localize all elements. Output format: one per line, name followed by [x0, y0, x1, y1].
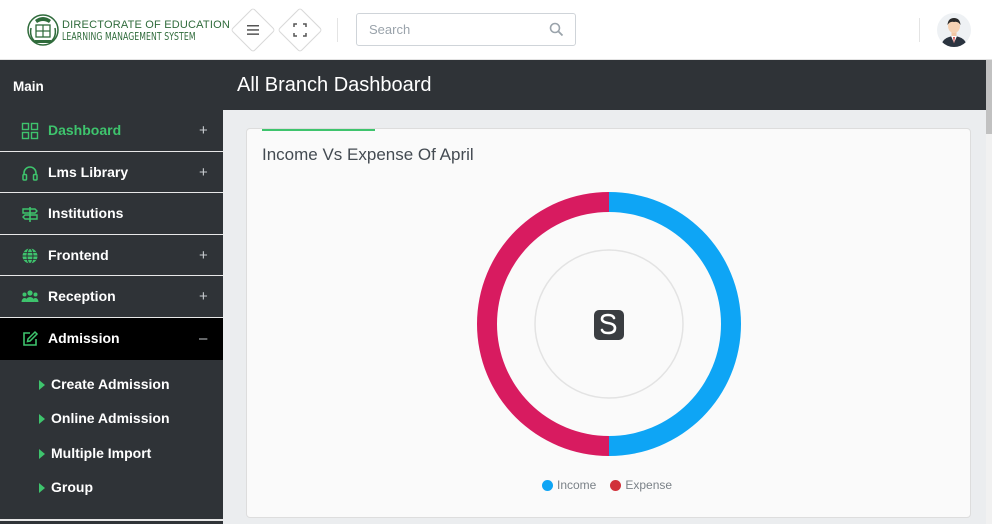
donut-slice-expense[interactable] [477, 192, 609, 456]
signpost-icon [22, 207, 38, 223]
header-divider [337, 18, 338, 42]
search-icon[interactable] [549, 22, 564, 37]
logo-subtitle: LEARNING MANAGEMENT SYSTEM [62, 31, 196, 43]
legend-dot [542, 479, 553, 491]
caret-right-icon [39, 379, 45, 390]
logo-text: DIRECTORATE OF EDUCATION LEARNING MANAGE… [62, 19, 230, 43]
donut-chart [477, 192, 741, 456]
expand-icon[interactable]: + [199, 289, 208, 304]
top-bar: DIRECTORATE OF EDUCATION LEARNING MANAGE… [0, 0, 992, 60]
submenu-item-multiple-import[interactable]: Multiple Import [0, 439, 223, 474]
caret-right-icon [39, 483, 45, 494]
sidebar-item-label: Frontend [48, 246, 109, 263]
expand-icon[interactable]: + [199, 123, 208, 138]
sidebar-item-reception[interactable]: Reception + [0, 276, 223, 318]
user-avatar[interactable] [937, 13, 971, 47]
sidebar: Main Dashboard + Lms Library + Instituti… [0, 60, 223, 524]
collapse-icon[interactable]: – [199, 331, 207, 346]
income-expense-card: Income Vs Expense Of April Income Expens… [246, 128, 971, 518]
sidebar-item-lms-library[interactable]: Lms Library + [0, 152, 223, 194]
legend-label: Income [557, 478, 597, 492]
fullscreen-button[interactable] [277, 7, 323, 53]
hamburger-icon [247, 25, 259, 35]
sidebar-item-label: Admission [48, 329, 120, 346]
submenu-item-group[interactable]: Group [0, 473, 223, 508]
scrollbar[interactable] [986, 60, 992, 524]
page-title: All Branch Dashboard [237, 74, 432, 96]
submenu-item-label: Online Admission [51, 410, 170, 427]
headphones-icon [22, 165, 38, 181]
header-divider-right [919, 18, 920, 42]
logo-title: DIRECTORATE OF EDUCATION [62, 19, 230, 31]
submenu-item-label: Create Admission [51, 375, 170, 392]
page-header: All Branch Dashboard [223, 60, 992, 110]
user-avatar-icon [937, 13, 971, 47]
globe-icon [22, 247, 38, 264]
sidebar-item-label: Dashboard [48, 122, 122, 138]
caret-right-icon [39, 448, 45, 459]
legend-item-income[interactable]: Income [542, 478, 596, 492]
legend-item-expense[interactable]: Expense [610, 478, 672, 492]
expand-icon[interactable]: + [199, 248, 208, 263]
emblem-logo-icon [25, 12, 61, 48]
donut-slice-income[interactable] [609, 192, 741, 456]
submenu-item-online-admission[interactable]: Online Admission [0, 404, 223, 439]
sidebar-item-label: Lms Library [48, 163, 129, 180]
sidebar-item-label: Reception [48, 288, 116, 305]
expand-icon[interactable]: + [199, 165, 208, 180]
search-box [356, 13, 576, 46]
edit-icon [23, 330, 39, 346]
sidebar-item-admission[interactable]: Admission – [0, 317, 223, 360]
users-icon [21, 290, 39, 303]
submenu-item-create-admission[interactable]: Create Admission [0, 370, 223, 405]
submenu-item-label: Group [51, 479, 93, 496]
center-logo-icon [594, 310, 624, 340]
sidebar-divider [0, 519, 223, 521]
legend-label: Expense [625, 478, 673, 492]
sidebar-item-frontend[interactable]: Frontend + [0, 235, 223, 277]
legend-dot [610, 479, 622, 491]
fullscreen-icon [293, 23, 307, 37]
sidebar-item-institutions[interactable]: Institutions [0, 193, 223, 235]
admission-submenu: Create Admission Online Admission Multip… [0, 360, 223, 508]
submenu-item-label: Multiple Import [51, 444, 152, 461]
sidebar-item-dashboard[interactable]: Dashboard + [0, 110, 223, 152]
sidebar-item-label: Institutions [48, 205, 124, 222]
sidebar-heading: Main [13, 79, 44, 94]
scrollbar-thumb[interactable] [986, 60, 992, 134]
grid-icon [21, 122, 39, 140]
caret-right-icon [39, 414, 45, 425]
search-input[interactable] [369, 14, 549, 45]
chart-legend: Income Expense [542, 478, 686, 492]
menu-toggle-button[interactable] [230, 7, 276, 53]
